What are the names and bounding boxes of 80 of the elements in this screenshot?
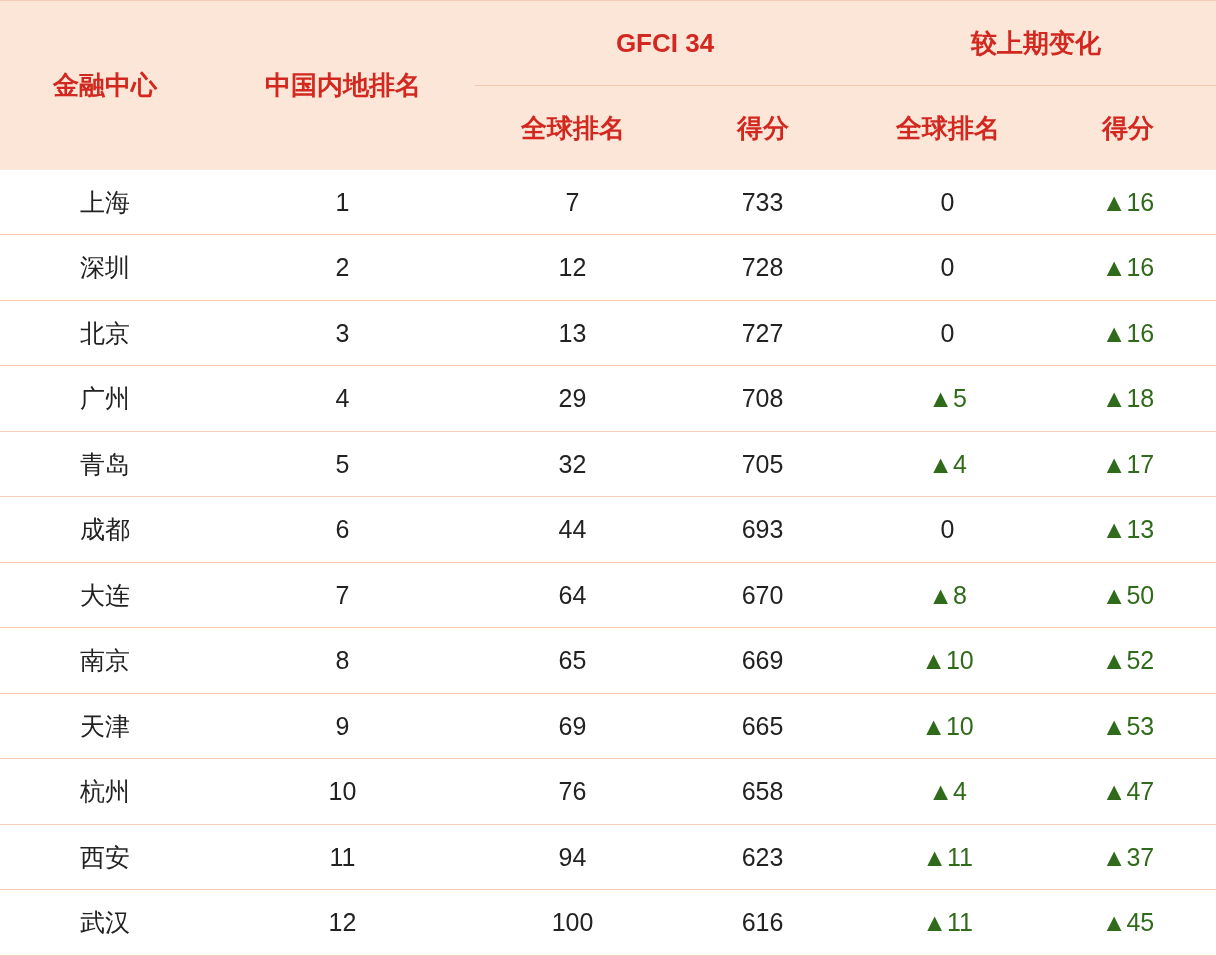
table-cell: 727	[670, 300, 855, 366]
table-cell: 705	[670, 431, 855, 497]
table-cell: ▲52	[1040, 628, 1216, 694]
table-cell: 94	[475, 824, 670, 890]
table-cell: 杭州	[0, 759, 210, 825]
column-group-header: GFCI 34	[475, 0, 855, 86]
table-cell: 1	[210, 170, 475, 235]
table-cell: 708	[670, 366, 855, 432]
table-cell: ▲13	[1040, 497, 1216, 563]
table-cell: 西安	[0, 824, 210, 890]
table-cell: 大连	[0, 562, 210, 628]
table-cell: 658	[670, 759, 855, 825]
table-cell: ▲47	[1040, 759, 1216, 825]
table-cell: 7	[475, 170, 670, 235]
table-cell: 10	[210, 759, 475, 825]
table-cell: 天津	[0, 693, 210, 759]
table-cell: 0	[855, 497, 1040, 563]
table-cell: ▲4	[855, 759, 1040, 825]
table-cell: ▲18	[1040, 366, 1216, 432]
table-cell: 0	[855, 300, 1040, 366]
table-cell: 733	[670, 170, 855, 235]
table-cell: 深圳	[0, 235, 210, 301]
table-cell: 5	[210, 431, 475, 497]
table-cell: ▲53	[1040, 693, 1216, 759]
column-header: 中国内地排名	[210, 0, 475, 170]
table-cell: 13	[475, 300, 670, 366]
table-cell: 44	[475, 497, 670, 563]
table-cell: ▲11	[855, 890, 1040, 956]
table-cell: 728	[670, 235, 855, 301]
table-cell: ▲11	[855, 824, 1040, 890]
table-cell: 南京	[0, 628, 210, 694]
table-cell: 青岛	[0, 431, 210, 497]
table-cell: 北京	[0, 300, 210, 366]
table-cell: ▲5	[855, 366, 1040, 432]
table-cell: 9	[210, 693, 475, 759]
table-cell: 616	[670, 890, 855, 956]
table-cell: ▲45	[1040, 890, 1216, 956]
table-cell: 11	[210, 824, 475, 890]
column-header: 得分	[1040, 85, 1216, 170]
table-cell: 32	[475, 431, 670, 497]
table-cell: 65	[475, 628, 670, 694]
table-cell: 8	[210, 628, 475, 694]
table-cell: 670	[670, 562, 855, 628]
table-cell: 12	[475, 235, 670, 301]
table-cell: ▲50	[1040, 562, 1216, 628]
table-cell: 0	[855, 170, 1040, 235]
table-cell: 669	[670, 628, 855, 694]
table-cell: 12	[210, 890, 475, 956]
table-cell: ▲16	[1040, 170, 1216, 235]
table-cell: ▲16	[1040, 300, 1216, 366]
column-header: 金融中心	[0, 0, 210, 170]
table-cell: 2	[210, 235, 475, 301]
table-cell: 7	[210, 562, 475, 628]
table-cell: 上海	[0, 170, 210, 235]
table-cell: 武汉	[0, 890, 210, 956]
table-cell: 0	[855, 235, 1040, 301]
table-cell: ▲10	[855, 628, 1040, 694]
table-cell: 100	[475, 890, 670, 956]
column-header: 全球排名	[475, 85, 670, 170]
table-cell: 广州	[0, 366, 210, 432]
table-cell: ▲17	[1040, 431, 1216, 497]
table-cell: 665	[670, 693, 855, 759]
table-cell: 3	[210, 300, 475, 366]
column-group-header: 较上期变化	[855, 0, 1216, 86]
table-cell: ▲16	[1040, 235, 1216, 301]
table-cell: 69	[475, 693, 670, 759]
table-cell: 623	[670, 824, 855, 890]
table-cell: 76	[475, 759, 670, 825]
column-header: 全球排名	[855, 85, 1040, 170]
table-cell: ▲8	[855, 562, 1040, 628]
table-cell: 成都	[0, 497, 210, 563]
table-cell: 64	[475, 562, 670, 628]
table-cell: 693	[670, 497, 855, 563]
table-cell: 4	[210, 366, 475, 432]
column-header: 得分	[670, 85, 855, 170]
table-cell: ▲4	[855, 431, 1040, 497]
table-cell: ▲37	[1040, 824, 1216, 890]
table-cell: ▲10	[855, 693, 1040, 759]
table-cell: 6	[210, 497, 475, 563]
table-cell: 29	[475, 366, 670, 432]
